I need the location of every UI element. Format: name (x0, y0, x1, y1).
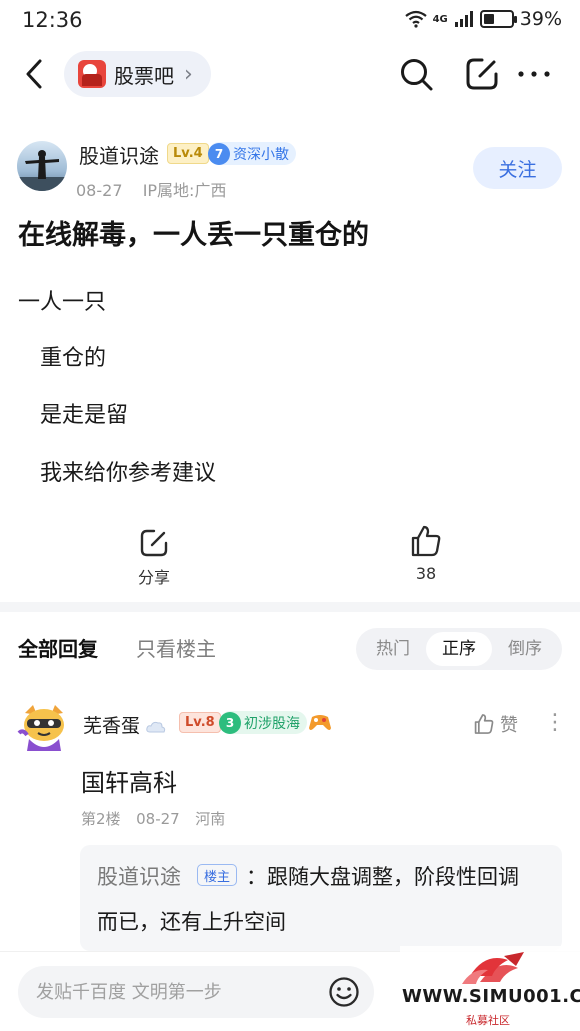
watermark-url: WWW.SIMU001.CN (402, 986, 580, 1007)
author-avatar[interactable] (17, 141, 67, 191)
reply-title-badge-text: 初涉股海 (244, 715, 300, 732)
edit-icon[interactable] (464, 56, 500, 92)
game-controller-icon (309, 715, 331, 730)
battery-icon (479, 10, 517, 28)
chevron-right-icon: › (184, 61, 193, 87)
follow-button[interactable]: 关注 (473, 147, 562, 189)
reply-title-badge: 3 初涉股海 (219, 711, 307, 734)
cloud-icon (146, 721, 166, 732)
post-line: 重仓的 (40, 346, 107, 371)
reply-like-button[interactable]: 赞 (473, 711, 518, 737)
post-title: 在线解毒，一人丢一只重仓的 (18, 220, 369, 251)
reply-like-label: 赞 (500, 715, 518, 736)
reply-avatar[interactable] (17, 703, 71, 753)
sub-reply-text: 而已，还有上升空间 (97, 910, 286, 934)
forum-name: 股票吧 (114, 63, 174, 88)
share-button[interactable]: 分享 (124, 528, 184, 588)
wifi-icon (404, 10, 427, 28)
share-label: 分享 (137, 568, 170, 587)
thumbs-up-icon (411, 525, 441, 557)
share-icon (140, 529, 168, 557)
op-badge: 楼主 (197, 864, 238, 886)
reply-floor: 第2楼 (81, 810, 121, 828)
sort-hot[interactable]: 热门 (360, 632, 426, 666)
section-divider (0, 602, 580, 612)
tab-op-only[interactable]: 只看楼主 (136, 633, 216, 662)
reply-meta: 第2楼 08-27 河南 (81, 808, 225, 829)
title-badge-text: 资深小散 (233, 146, 289, 163)
reply-input-box[interactable] (18, 966, 374, 1018)
status-icons: 4G 39% (404, 8, 562, 30)
network-type: 4G (432, 13, 448, 25)
emoji-icon[interactable] (328, 976, 360, 1008)
title-badge-number: 7 (208, 142, 230, 165)
more-icon[interactable] (516, 56, 552, 92)
sub-reply-text: ：跟随大盘调整，阶段性回调 (246, 865, 519, 889)
reply-input[interactable] (36, 981, 326, 1003)
reply-content: 国轩高科 (81, 769, 177, 797)
thumbs-up-icon (474, 714, 494, 734)
sort-ascending[interactable]: 正序 (426, 632, 492, 666)
post-line: 我来给你参考建议 (40, 461, 217, 486)
forum-logo-icon (78, 60, 106, 88)
status-time: 12:36 (22, 8, 83, 32)
post-location: IP属地:广西 (142, 181, 227, 200)
tab-all-replies[interactable]: 全部回复 (18, 633, 98, 662)
post-date: 08-27 (76, 181, 123, 200)
sort-descending[interactable]: 倒序 (492, 632, 558, 666)
signal-icon (454, 11, 473, 27)
post-line: 是走是留 (40, 403, 129, 428)
reply-date: 08-27 (136, 810, 180, 828)
screen: 12:36 4G 39% 股票吧 › 股道识途 Lv.4 7 资深小散 08-2… (0, 0, 580, 1031)
like-button[interactable]: 38 (396, 524, 456, 583)
reply-level-badge: Lv.8 (179, 712, 221, 733)
watermark-subtitle: 私募社区 (466, 1014, 510, 1027)
reply-more-icon[interactable]: ⋮ (544, 710, 566, 735)
sort-toggle: 热门 正序 倒序 (356, 628, 562, 670)
reply-author[interactable]: 芜香蛋 (83, 711, 166, 738)
reply-title-badge-number: 3 (219, 711, 241, 734)
reply-location: 河南 (195, 810, 226, 828)
post-line: 一人一只 (18, 290, 107, 315)
post-meta: 08-27 IP属地:广西 (76, 177, 226, 201)
forum-pill[interactable]: 股票吧 › (64, 51, 211, 97)
title-badge: 7 资深小散 (208, 142, 296, 165)
sub-reply-author[interactable]: 股道识途 (97, 861, 181, 891)
like-count: 38 (415, 564, 437, 583)
author-name[interactable]: 股道识途 (79, 140, 159, 169)
search-icon[interactable] (398, 56, 434, 92)
level-badge: Lv.4 (167, 143, 209, 164)
battery-percent: 39% (519, 8, 562, 30)
back-icon[interactable] (18, 56, 52, 92)
